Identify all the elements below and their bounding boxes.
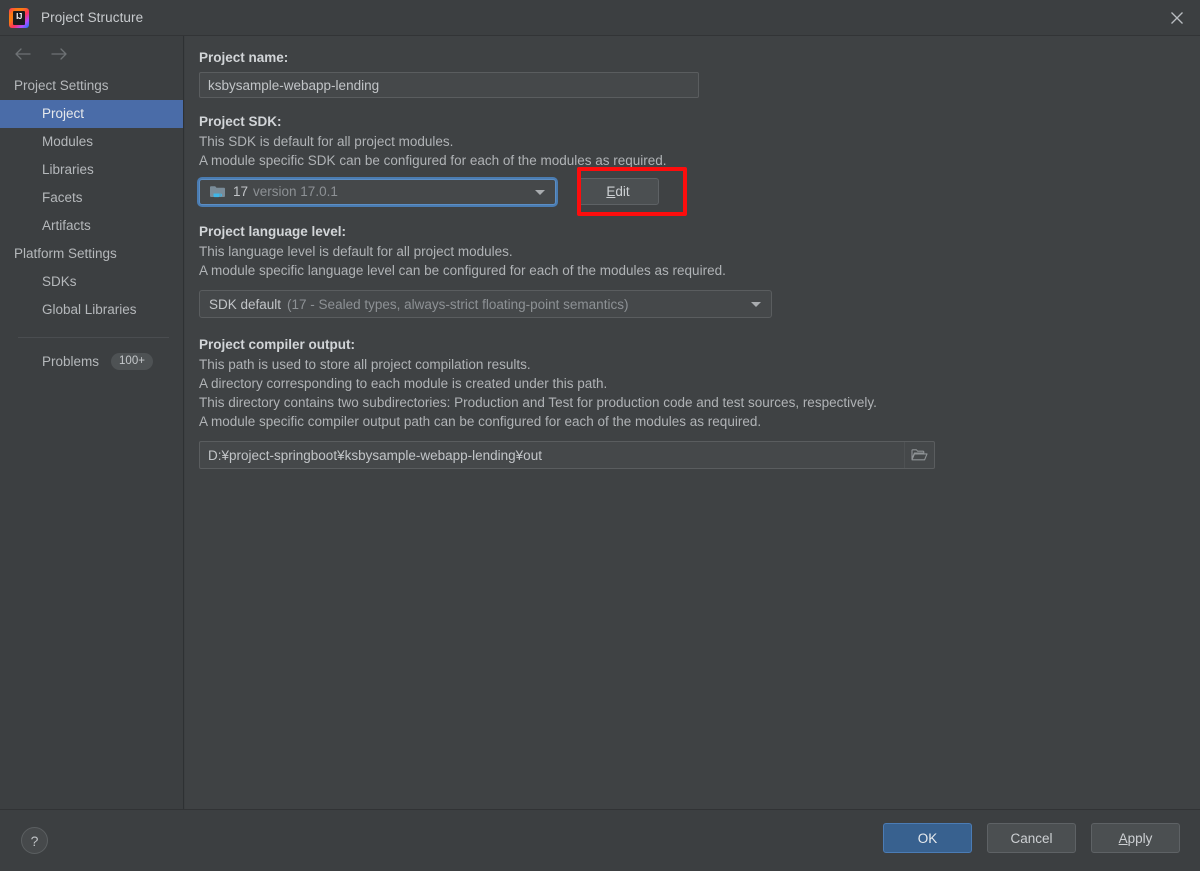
project-sdk-label: Project SDK: xyxy=(199,114,282,129)
sidebar-item-global-libraries[interactable]: Global Libraries xyxy=(0,296,183,324)
sidebar-item-modules[interactable]: Modules xyxy=(0,128,183,156)
project-name-section: Project name: ksbysample-webapp-lending xyxy=(199,50,1200,98)
help-icon[interactable]: ? xyxy=(21,827,48,854)
project-sdk-version: version 17.0.1 xyxy=(253,184,338,199)
language-level-section: Project language level: This language le… xyxy=(199,224,1200,318)
help-label: ? xyxy=(30,832,39,849)
arrow-left-icon[interactable] xyxy=(12,43,34,65)
arrow-right-icon[interactable] xyxy=(48,43,70,65)
dialog-footer: ? OK Cancel Apply xyxy=(0,809,1200,871)
sidebar-item-artifacts[interactable]: Artifacts xyxy=(0,212,183,240)
compiler-output-path-input[interactable]: D:¥project-springboot¥ksbysample-webapp-… xyxy=(199,441,935,469)
compiler-output-description-line1: This path is used to store all project c… xyxy=(199,357,531,372)
ok-button[interactable]: OK xyxy=(883,823,972,853)
sidebar-item-libraries[interactable]: Libraries xyxy=(0,156,183,184)
intellij-idea-logo-icon: IJ xyxy=(9,7,29,28)
apply-button-rest: pply xyxy=(1127,830,1153,846)
language-level-detail: (17 - Sealed types, always-strict floati… xyxy=(287,296,629,312)
navigation-arrows xyxy=(0,36,183,72)
edit-button-rest: dit xyxy=(615,184,630,199)
sidebar-item-project[interactable]: Project xyxy=(0,100,183,128)
compiler-output-description-line3: This directory contains two subdirectori… xyxy=(199,395,877,410)
sidebar-divider xyxy=(18,337,169,338)
settings-sidebar: Project Settings Project Modules Librari… xyxy=(0,36,184,809)
project-sdk-section: Project SDK: This SDK is default for all… xyxy=(199,114,1200,216)
compiler-output-section: Project compiler output: This path is us… xyxy=(199,337,1200,469)
problems-label: Problems xyxy=(42,353,100,369)
ok-button-label: OK xyxy=(917,830,938,846)
close-icon[interactable] xyxy=(1154,0,1200,35)
sidebar-item-sdks[interactable]: SDKs xyxy=(0,268,183,296)
project-sdk-name: 17 xyxy=(233,184,249,199)
window-title: Project Structure xyxy=(41,10,144,25)
project-settings-panel: Project name: ksbysample-webapp-lending … xyxy=(185,36,1200,809)
language-level-description-line2: A module specific language level can be … xyxy=(199,263,726,278)
java-sdk-folder-icon xyxy=(209,184,226,199)
language-level-description-line1: This language level is default for all p… xyxy=(199,244,513,259)
chevron-down-icon[interactable] xyxy=(534,188,549,196)
project-sdk-description-line2: A module specific SDK can be configured … xyxy=(199,153,667,168)
language-level-combo[interactable]: SDK default (17 - Sealed types, always-s… xyxy=(199,290,772,318)
project-sdk-description-line1: This SDK is default for all project modu… xyxy=(199,134,454,149)
folder-open-icon[interactable] xyxy=(904,442,934,468)
dialog-action-buttons: OK Cancel Apply xyxy=(883,823,1180,853)
compiler-output-description-line2: A directory corresponding to each module… xyxy=(199,376,608,391)
cancel-button-label: Cancel xyxy=(1010,830,1053,846)
sidebar-item-facets[interactable]: Facets xyxy=(0,184,183,212)
apply-button[interactable]: Apply xyxy=(1091,823,1180,853)
project-name-input[interactable]: ksbysample-webapp-lending xyxy=(199,72,699,98)
compiler-output-description-line4: A module specific compiler output path c… xyxy=(199,414,762,429)
edit-button-mnemonic: E xyxy=(606,184,616,199)
language-level-name: SDK default xyxy=(209,296,282,312)
apply-button-mnemonic: A xyxy=(1118,830,1128,846)
title-bar: IJ Project Structure xyxy=(0,0,1200,36)
project-structure-dialog: IJ Project Structure Project Settings Pr… xyxy=(0,0,1200,871)
project-name-value: ksbysample-webapp-lending xyxy=(208,77,380,93)
chevron-down-icon[interactable] xyxy=(750,300,765,308)
problems-count-badge: 100+ xyxy=(111,352,153,370)
language-level-label: Project language level: xyxy=(199,224,347,239)
sidebar-group-project-settings: Project Settings xyxy=(14,78,109,93)
sidebar-group-platform-settings: Platform Settings xyxy=(14,246,117,261)
cancel-button[interactable]: Cancel xyxy=(987,823,1076,853)
project-name-label: Project name: xyxy=(199,50,289,65)
edit-button[interactable]: Edit xyxy=(577,178,659,205)
sidebar-item-problems[interactable]: Problems 100+ xyxy=(0,347,183,375)
compiler-output-path-value: D:¥project-springboot¥ksbysample-webapp-… xyxy=(208,447,542,463)
project-sdk-combo[interactable]: 17 version 17.0.1 xyxy=(199,178,556,205)
compiler-output-label: Project compiler output: xyxy=(199,337,356,352)
